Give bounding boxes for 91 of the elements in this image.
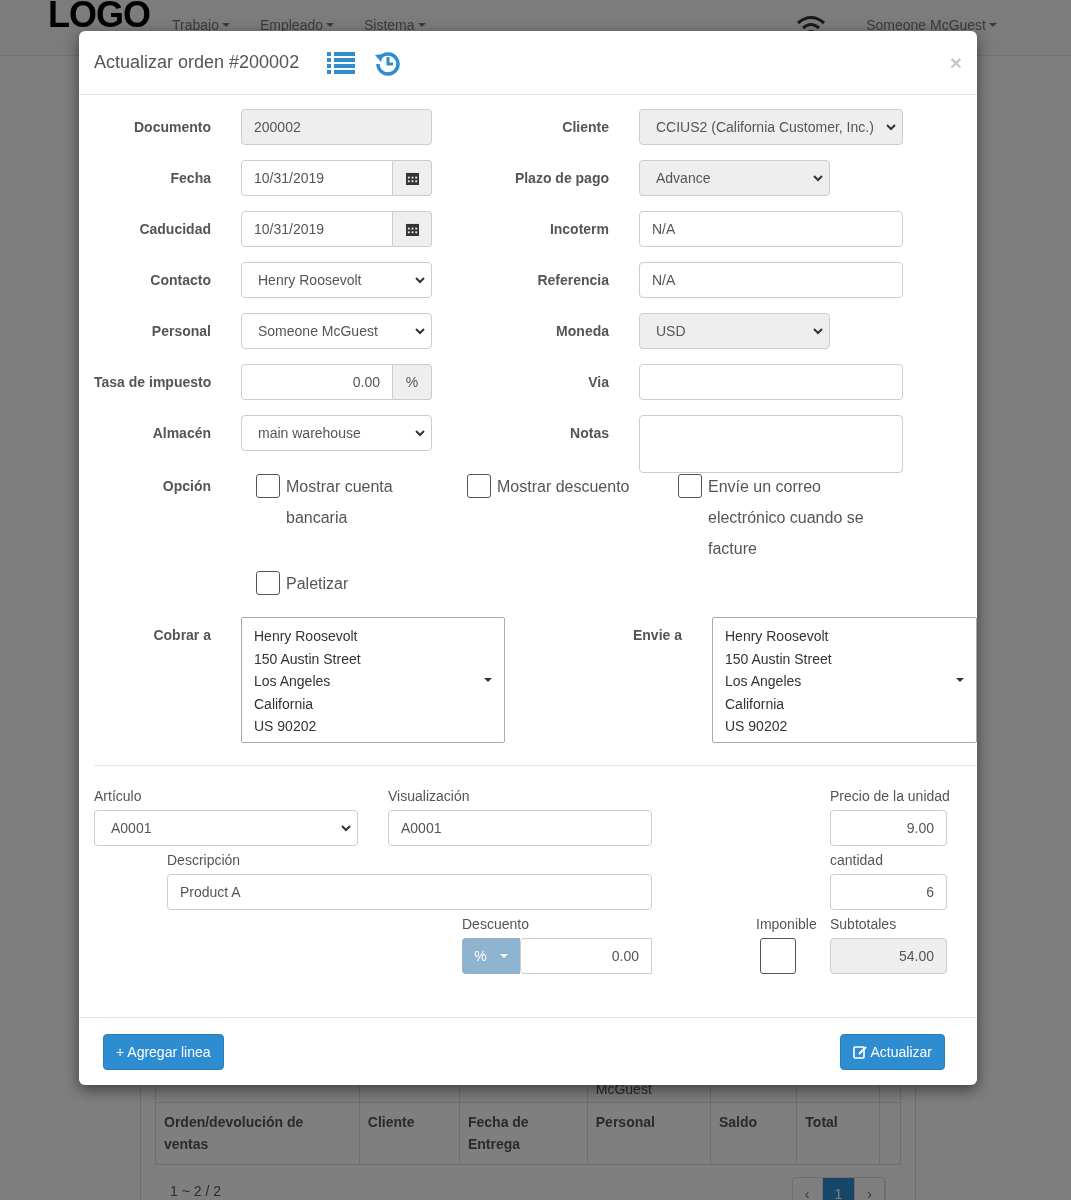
column-header: Orden/devolución de ventas — [155, 1102, 360, 1165]
dropdown[interactable]: Someone McGuest — [241, 313, 432, 349]
caret-icon — [989, 22, 997, 27]
column-header: Personal — [587, 1102, 711, 1165]
column-header: Cliente — [359, 1102, 460, 1165]
column-header: Total — [796, 1102, 880, 1165]
dropdown: USD — [639, 313, 830, 349]
logo: LOGO — [48, 0, 150, 30]
field-label: Notas — [569, 424, 609, 443]
caret-icon — [499, 954, 508, 958]
field-label: Precio de la unidad — [830, 788, 947, 805]
number-field[interactable]: 9.00 — [830, 810, 947, 846]
chevron-icon — [886, 123, 896, 131]
page-summary: 1 ~ 2 / 2 — [170, 1182, 221, 1199]
date-field[interactable]: 10/31/2019 — [241, 211, 393, 247]
text-field[interactable]: N/A — [639, 262, 903, 298]
calendar-button[interactable] — [393, 160, 432, 196]
text-field[interactable]: N/A — [639, 211, 903, 247]
edit-icon — [852, 1044, 867, 1059]
field-label: Artículo — [94, 788, 143, 805]
number-field: 54.00 — [830, 938, 947, 974]
checkbox-label: Envíe un correo electrónico cuando se facture — [708, 477, 865, 559]
caret-icon — [484, 678, 492, 682]
column-header: Fecha de Entrega — [459, 1102, 588, 1165]
caret-icon — [221, 22, 230, 27]
chevron-icon — [415, 327, 425, 335]
checkbox[interactable] — [678, 474, 702, 498]
caret-icon — [326, 22, 334, 27]
field-label: Incoterm — [548, 220, 609, 239]
address-dropdown[interactable]: Henry Roosevolt 150 Austin Street Los Angeles California US 90202 — [712, 617, 977, 743]
number-field[interactable]: 6 — [830, 874, 947, 910]
notes-field[interactable] — [639, 415, 903, 473]
unit-addon: % — [393, 364, 432, 400]
calendar-icon — [405, 222, 419, 236]
checkbox[interactable] — [760, 938, 796, 974]
field-label: cantidad — [830, 852, 884, 869]
field-label: Tasa de impuesto — [94, 373, 211, 392]
dialog-title: Actualizar orden #200002 — [94, 52, 300, 73]
list-icon[interactable] — [327, 51, 356, 74]
field-label: Fecha — [169, 169, 211, 188]
chevron-icon — [415, 429, 425, 437]
chevron-icon — [813, 327, 823, 335]
field-label: Via — [587, 373, 609, 392]
history-icon[interactable] — [375, 49, 402, 76]
dropdown[interactable]: Henry Roosevolt — [241, 262, 432, 298]
field-label: Contacto — [149, 271, 211, 290]
field-label: Documento — [133, 118, 211, 137]
field-label: Cobrar a — [152, 626, 211, 645]
number-field[interactable]: 0.00 — [520, 938, 652, 974]
add-line-button[interactable]: + Agregar linea — [103, 1033, 224, 1070]
field-label: Visualización — [388, 788, 471, 805]
field-label: Plazo de pago — [513, 169, 609, 188]
field-label: Opción — [161, 477, 211, 496]
field-label: Almacén — [151, 424, 211, 443]
number-field[interactable]: 0.00 — [241, 364, 393, 400]
checkbox[interactable] — [256, 474, 280, 498]
text-field: 200002 — [241, 109, 432, 145]
chevron-icon — [415, 276, 425, 284]
text-field[interactable] — [639, 364, 903, 400]
address-dropdown[interactable]: Henry Roosevolt 150 Austin Street Los Angeles California US 90202 — [241, 617, 505, 743]
calendar-button[interactable] — [393, 211, 432, 247]
text-field[interactable]: A0001 — [388, 810, 652, 846]
chevron-icon — [813, 174, 823, 182]
date-field[interactable]: 10/31/2019 — [241, 160, 393, 196]
checkbox-label: Paletizar — [286, 574, 349, 594]
field-label: Imponible — [756, 916, 818, 933]
field-label: Personal — [150, 322, 211, 341]
caret-icon — [417, 22, 426, 27]
field-label: Subtotales — [830, 916, 898, 933]
checkbox[interactable] — [467, 474, 491, 498]
chevron-icon — [341, 824, 351, 832]
field-label: Caducidad — [138, 220, 211, 239]
dropdown: CCIUS2 (California Customer, Inc.) — [639, 109, 903, 145]
field-label: Referencia — [536, 271, 609, 290]
update-button[interactable]: Actualizar — [839, 1033, 945, 1070]
field-label: Descripción — [167, 852, 242, 869]
checkbox-label: Mostrar descuento — [497, 477, 630, 497]
column-header: Saldo — [710, 1102, 797, 1165]
calendar-icon — [405, 171, 419, 185]
caret-icon — [956, 678, 964, 682]
table-cell: McGuest — [595, 1081, 652, 1097]
field-label: Descuento — [462, 916, 530, 933]
text-field[interactable]: Product A — [167, 874, 652, 910]
field-label: Envie a — [631, 626, 682, 645]
dropdown[interactable]: A0001 — [94, 810, 358, 846]
field-label: Cliente — [561, 118, 609, 137]
dropdown[interactable]: main warehouse — [241, 415, 432, 451]
field-label: Moneda — [555, 322, 609, 341]
dropdown: Advance — [639, 160, 830, 196]
checkbox[interactable] — [256, 571, 280, 595]
checkbox-label: Mostrar cuenta bancaria — [286, 477, 394, 528]
